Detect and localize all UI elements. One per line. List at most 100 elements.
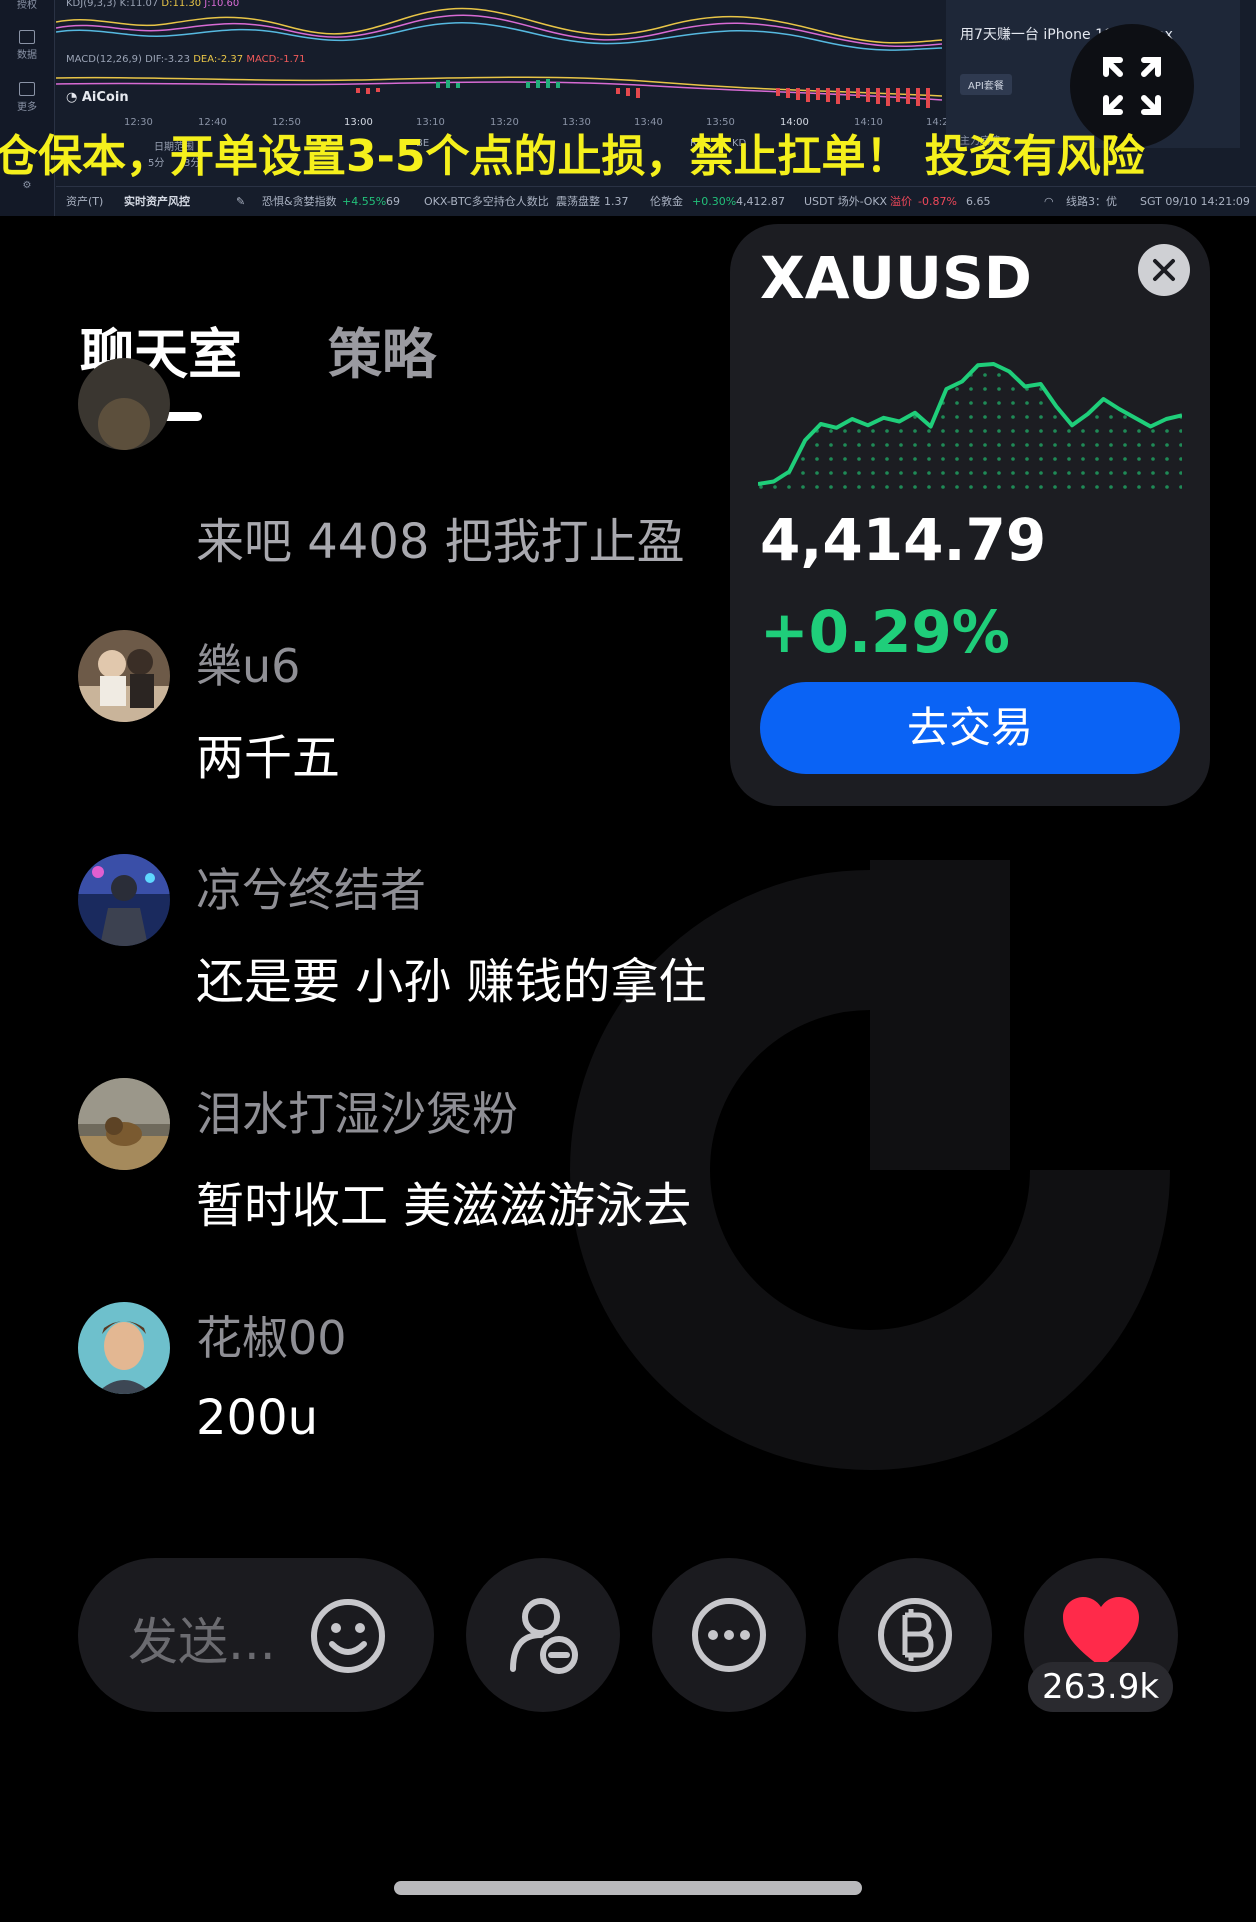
kdj-j: J:10.60: [204, 0, 240, 9]
status-risk: 实时资产风控: [124, 195, 190, 208]
avatar[interactable]: [78, 358, 170, 450]
kdj-d: D:11.30: [161, 0, 202, 9]
more-icon: [19, 82, 35, 96]
aicoin-icon: ◔: [66, 90, 82, 105]
macd-dea: DEA:-2.37: [193, 54, 244, 65]
time-tick: 12:30: [124, 117, 153, 128]
time-tick: 13:20: [490, 117, 519, 128]
username[interactable]: 樂u6: [196, 630, 300, 696]
message-composer[interactable]: 发送...: [78, 1558, 434, 1712]
chat-message: 凉兮终结者 还是要 小孙 赚钱的拿住: [78, 854, 838, 1014]
avatar[interactable]: [78, 1078, 170, 1170]
time-tick: 13:10: [416, 117, 445, 128]
emoji-button[interactable]: [310, 1598, 386, 1674]
status-shake-value: 1.37: [604, 195, 629, 208]
avatar[interactable]: [78, 854, 170, 946]
message-text: 暂时收工 美滋滋游泳去: [196, 1178, 692, 1234]
price-sparkline: [758, 362, 1182, 494]
status-gold-value: 4,412.87: [736, 195, 785, 208]
time-tick: 14:10: [854, 117, 883, 128]
user-card-button[interactable]: [466, 1558, 620, 1712]
chat-message: 来吧 4408 把我打止盈: [78, 358, 838, 570]
status-fear-change: +4.55%: [342, 195, 387, 208]
more-icon: [692, 1598, 766, 1672]
market-status-bar: 资产(T) 实时资产风控 ✎ 恐惧&贪婪指数 +4.55% 69 OKX-BTC…: [56, 186, 1256, 216]
status-clock: SGT 09/10 14:21:09: [1140, 195, 1250, 208]
macd-value: MACD:-1.71: [246, 54, 306, 65]
time-tick: 13:40: [634, 117, 663, 128]
username[interactable]: 泪水打湿沙煲粉: [196, 1078, 518, 1144]
status-gold-change: +0.30%: [692, 195, 737, 208]
time-tick: 12:50: [272, 117, 301, 128]
status-okx-ratio: OKX-BTC多空持仓人数比: [424, 195, 549, 208]
like-count: 263.9k: [1028, 1662, 1174, 1712]
kdj-label: KDJ(9,3,3) K:11.07 D:11.30 J:10.60: [66, 0, 239, 9]
status-fear-value: 69: [386, 195, 400, 208]
macd-name: MACD(12,26,9): [66, 54, 142, 65]
sidebar-item-license: 授权: [6, 0, 48, 11]
sidebar-item-more: 更多: [6, 82, 48, 113]
status-usdt-value: 6.65: [966, 195, 991, 208]
status-usdt-tag: 溢价: [890, 195, 912, 208]
status-fear-label: 恐惧&贪婪指数: [262, 195, 337, 208]
sidebar-item-data: 数据: [6, 30, 48, 61]
scrolling-ticker: 仓保本，开单设置3-5个点的止损，禁止扛单！ 投资有风险: [0, 128, 1256, 186]
kdj-k: K:11.07: [119, 0, 159, 9]
macd-dif: DIF:-3.23: [145, 54, 191, 65]
status-line: 线路3：优: [1066, 195, 1117, 208]
username[interactable]: 花椒00: [196, 1302, 347, 1368]
aicoin-brand: AiCoin: [81, 90, 129, 105]
chat-message: 樂u6 两千五: [78, 630, 838, 790]
message-text: 200u: [196, 1390, 319, 1446]
status-usdt-change: -0.87%: [918, 195, 957, 208]
time-tick: 13:30: [562, 117, 591, 128]
chat-message: 花椒00 200u: [78, 1302, 838, 1462]
wifi-icon: ◠: [1044, 195, 1054, 208]
user-remove-icon: [510, 1598, 578, 1674]
kdj-name: KDJ(9,3,3): [66, 0, 117, 9]
status-usdt-label: USDT 场外-OKX: [804, 195, 888, 208]
ticker-change: +0.29%: [760, 598, 1010, 666]
time-tick: 12:40: [198, 117, 227, 128]
ticker-card[interactable]: XAUUSD 4,414.79 +0.29% 去交易: [730, 224, 1210, 806]
ticker-text: 仓保本，开单设置3-5个点的止损，禁止扛单！ 投资有风险: [0, 131, 1145, 182]
status-gold-label: 伦敦金: [650, 195, 683, 208]
macd-label: MACD(12,26,9) DIF:-3.23 DEA:-2.37 MACD:-…: [66, 54, 306, 65]
avatar-image: [78, 358, 170, 450]
close-button[interactable]: [1138, 244, 1190, 296]
home-indicator[interactable]: [394, 1881, 862, 1895]
message-text: 还是要 小孙 赚钱的拿住: [196, 954, 707, 1010]
time-tick: 14:00: [780, 117, 809, 128]
avatar[interactable]: [78, 1302, 170, 1394]
close-icon: [1153, 259, 1175, 281]
tab-strategy[interactable]: 策略: [328, 310, 436, 389]
composer-placeholder: 发送...: [128, 1613, 276, 1671]
more-options-button[interactable]: [652, 1558, 806, 1712]
avatar-image: [78, 854, 170, 946]
message-text: 两千五: [196, 730, 341, 786]
avatar-image: [78, 1302, 170, 1394]
avatar-image: [78, 1078, 170, 1170]
status-assets: 资产(T): [66, 195, 104, 208]
avatar-image: [78, 630, 170, 722]
ticker-price: 4,414.79: [760, 506, 1047, 574]
trade-button[interactable]: 去交易: [760, 682, 1180, 774]
live-video-frame[interactable]: 授权 数据 更多 ⚙ KDJ(9,3,3) K:11.07 D:11.30 J:…: [0, 0, 1256, 216]
data-icon: [19, 30, 35, 44]
sidebar-label: 更多: [17, 102, 37, 113]
time-tick: 13:00: [344, 117, 373, 128]
sidebar-label: 授权: [17, 0, 37, 11]
message-text: 来吧 4408 把我打止盈: [196, 514, 685, 570]
edit-icon: ✎: [236, 195, 246, 208]
time-tick: 13:50: [706, 117, 735, 128]
ticker-symbol: XAUUSD: [760, 244, 1032, 312]
bitcoin-icon: [878, 1598, 952, 1672]
fullscreen-icon: [1103, 57, 1161, 115]
sidebar-label: 数据: [17, 50, 37, 61]
status-shake-label: 震荡盘整: [556, 195, 600, 208]
promo-tag: API套餐: [960, 74, 1012, 95]
chat-message: 泪水打湿沙煲粉 暂时收工 美滋滋游泳去: [78, 1078, 838, 1238]
bitcoin-button[interactable]: [838, 1558, 992, 1712]
avatar[interactable]: [78, 630, 170, 722]
username[interactable]: 凉兮终结者: [196, 854, 426, 920]
